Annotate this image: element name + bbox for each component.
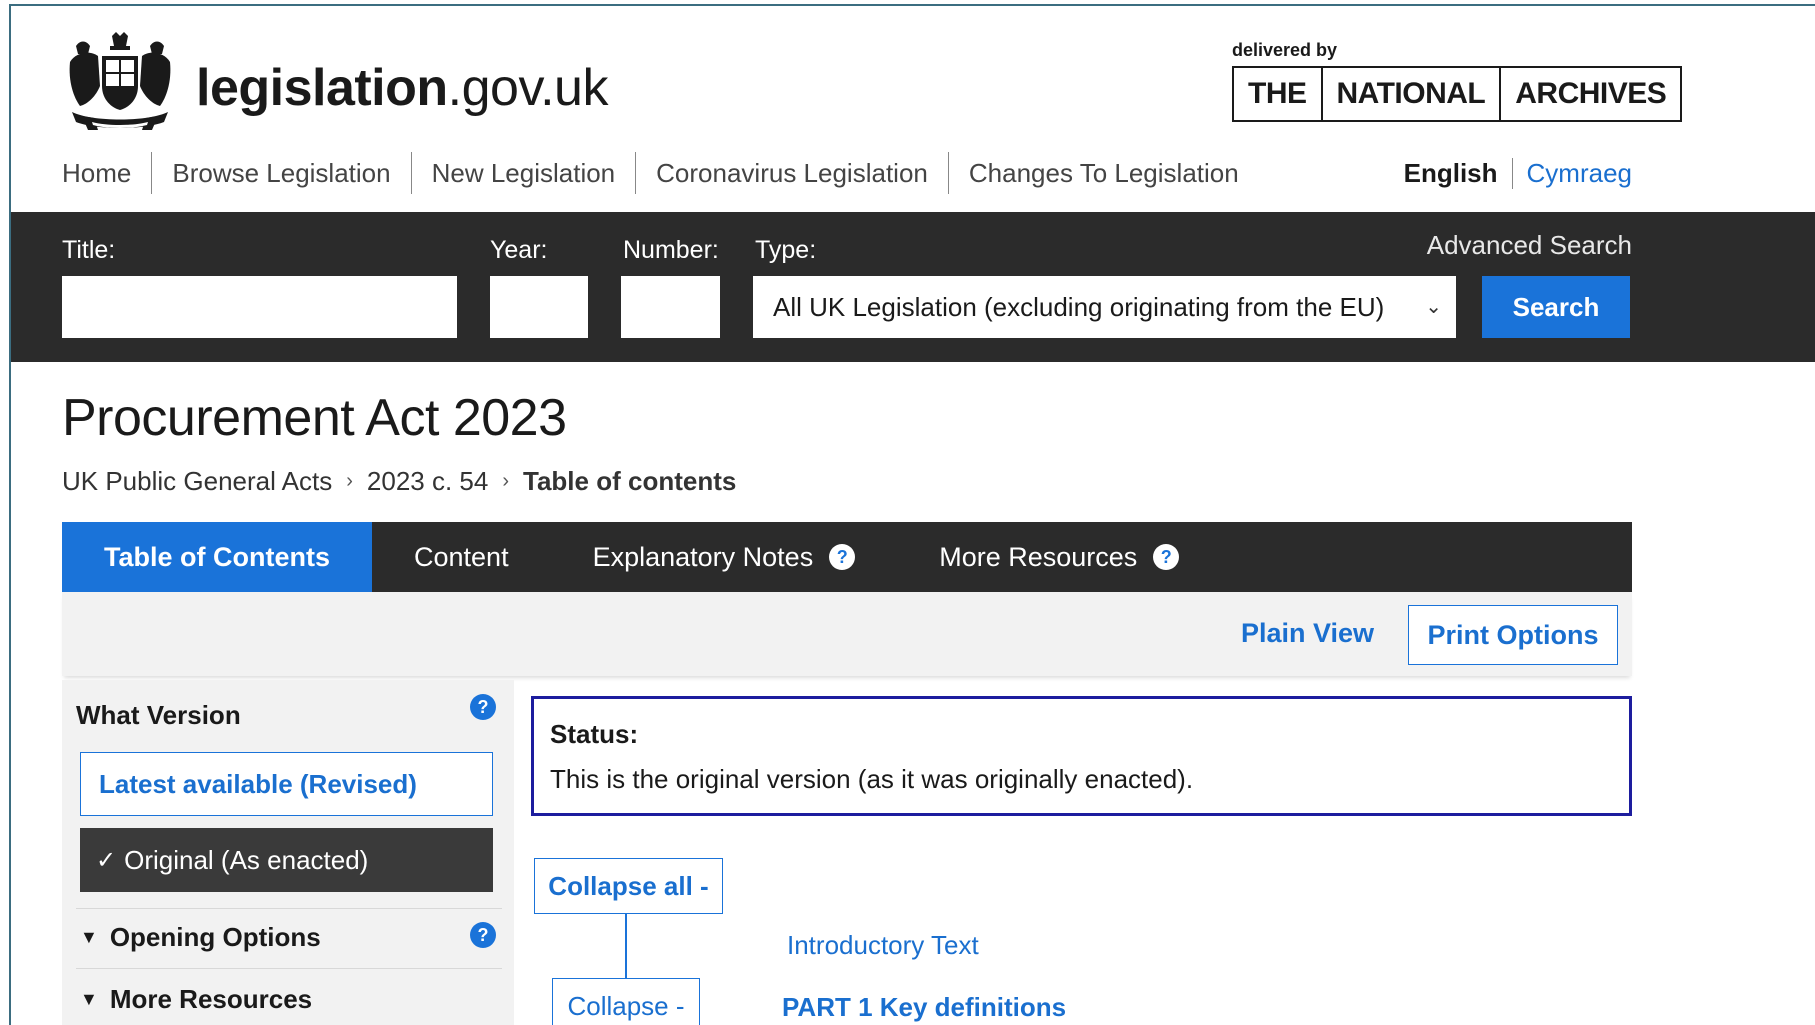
version-original-button[interactable]: ✓ Original (As enacted) (80, 828, 493, 892)
tab-label: Explanatory Notes (592, 541, 814, 572)
tna-word-national: NATIONAL (1323, 68, 1502, 120)
tab-bar: Table of Contents Content Explanatory No… (62, 522, 1632, 602)
more-resources-toggle[interactable]: ▼ More Resources (80, 984, 312, 1015)
year-input[interactable] (490, 276, 588, 338)
tab-content[interactable]: Content (372, 522, 551, 592)
title-input[interactable] (62, 276, 457, 338)
tab-more-resources[interactable]: More Resources? (897, 522, 1221, 592)
breadcrumb-chapter[interactable]: 2023 c. 54 (367, 466, 488, 497)
delivered-by-label: delivered by (1232, 40, 1338, 60)
language-switcher: English Cymraeg (1404, 152, 1632, 194)
logo-bold-text: legislation (196, 59, 448, 117)
tab-explanatory-notes[interactable]: Explanatory Notes? (551, 522, 898, 592)
question-circle-icon[interactable]: ? (829, 544, 856, 570)
breadcrumb: UK Public General Acts › 2023 c. 54 › Ta… (62, 466, 736, 497)
collapse-all-button[interactable]: Collapse all - (534, 858, 723, 914)
triangle-down-icon: ▼ (80, 989, 98, 1009)
tab-label: Content (414, 541, 509, 572)
more-resources-label: More Resources (109, 984, 313, 1014)
chevron-down-icon: ⌄ (1425, 296, 1442, 318)
type-select-value: All UK Legislation (excluding originatin… (773, 291, 1385, 322)
part-1-link[interactable]: PART 1 Key definitions (782, 992, 1066, 1023)
tab-label: Table of Contents (104, 541, 330, 572)
type-select[interactable]: All UK Legislation (excluding originatin… (753, 276, 1456, 338)
check-icon: ✓ (96, 846, 117, 874)
national-archives-logo[interactable]: THE NATIONAL ARCHIVES (1232, 66, 1683, 122)
tab-table-of-contents[interactable]: Table of Contents (62, 522, 372, 602)
nav-new-legislation[interactable]: New Legislation (410, 152, 636, 194)
version-latest-button[interactable]: Latest available (Revised) (80, 752, 493, 816)
tna-word-archives: ARCHIVES (1515, 77, 1667, 110)
title-label: Title: (62, 236, 116, 264)
content-toolbar (62, 592, 1632, 676)
what-version-heading: What Version (76, 700, 241, 730)
tree-connector (625, 914, 627, 978)
breadcrumb-acts[interactable]: UK Public General Acts (62, 466, 332, 497)
number-input[interactable] (621, 276, 720, 338)
sidebar-divider (76, 968, 502, 969)
chevron-right-icon: › (346, 470, 353, 492)
year-label: Year: (490, 236, 548, 264)
window-border-left (9, 4, 11, 1025)
chevron-right-icon: › (502, 470, 510, 492)
nav-changes-to-legislation[interactable]: Changes To Legislation (947, 152, 1259, 194)
page-title: Procurement Act 2023 (62, 389, 567, 447)
opening-options-toggle[interactable]: ▼ Opening Options (80, 922, 321, 953)
nav-browse-legislation[interactable]: Browse Legislation (151, 152, 410, 194)
tab-label: More Resources (939, 541, 1138, 572)
sidebar-divider (76, 908, 502, 909)
browser-viewport: legislation.gov.uk delivered by THE NATI… (0, 0, 1815, 1025)
logo-domain-text: .gov.uk (447, 59, 609, 117)
lang-english[interactable]: English (1404, 158, 1512, 189)
version-original-label: Original (As enacted) (124, 844, 369, 875)
question-circle-icon[interactable]: ? (470, 694, 496, 720)
question-circle-icon[interactable]: ? (470, 922, 496, 948)
royal-coat-of-arms-icon[interactable] (62, 32, 178, 132)
plain-view-link[interactable]: Plain View (1241, 618, 1374, 649)
status-label: Status: (550, 719, 639, 749)
main-nav: Home Browse Legislation New Legislation … (62, 152, 1259, 194)
site-logo[interactable]: legislation.gov.uk (196, 56, 608, 120)
print-options-button[interactable]: Print Options (1408, 605, 1618, 665)
collapse-button[interactable]: Collapse - (552, 978, 700, 1025)
triangle-down-icon: ▼ (80, 927, 98, 947)
type-label: Type: (755, 236, 817, 264)
advanced-search-link[interactable]: Advanced Search (1427, 230, 1632, 261)
search-button[interactable]: Search (1482, 276, 1630, 338)
tna-word-the: THE (1234, 68, 1323, 120)
window-border-top (9, 4, 1815, 6)
status-box: Status: This is the original version (as… (531, 696, 1632, 816)
question-circle-icon[interactable]: ? (1153, 544, 1180, 570)
nav-coronavirus-legislation[interactable]: Coronavirus Legislation (635, 152, 948, 194)
nav-home[interactable]: Home (62, 152, 151, 194)
status-text: This is the original version (as it was … (550, 764, 1194, 794)
number-label: Number: (623, 236, 719, 264)
lang-cymraeg[interactable]: Cymraeg (1511, 157, 1632, 189)
breadcrumb-current: Table of contents (523, 466, 737, 496)
introductory-text-link[interactable]: Introductory Text (787, 930, 979, 961)
opening-options-label: Opening Options (109, 922, 321, 952)
